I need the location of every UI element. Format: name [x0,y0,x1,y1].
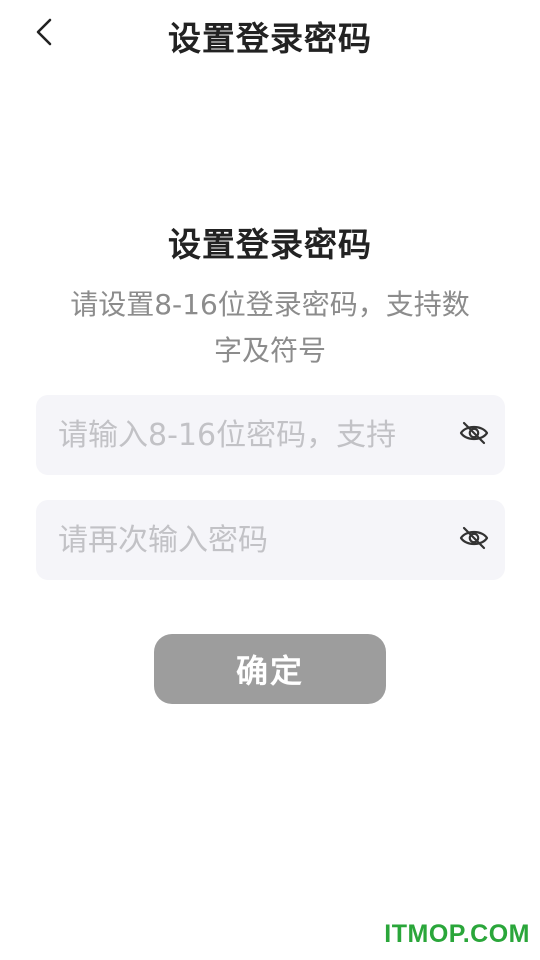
toggle-confirm-password-visibility-button[interactable] [457,524,491,556]
eye-off-icon [459,525,489,555]
form-heading: 设置登录密码 [168,225,372,264]
form-description: 请设置8-16位登录密码，支持数字及符号 [70,288,470,367]
confirm-button[interactable]: 确定 [154,634,386,704]
confirm-password-input[interactable] [58,500,458,580]
password-field [36,395,505,475]
confirm-password-field [36,500,505,580]
set-login-password-screen: 设置登录密码 设置登录密码 请设置8-16位登录密码，支持数字及符号 确定 IT… [0,0,540,960]
navigation-bar: 设置登录密码 [0,0,540,72]
watermark-text: ITMOP.COM [384,920,530,948]
page-title: 设置登录密码 [168,19,372,58]
eye-off-icon [459,420,489,450]
toggle-password-visibility-button[interactable] [457,419,491,451]
password-input[interactable] [58,395,458,475]
